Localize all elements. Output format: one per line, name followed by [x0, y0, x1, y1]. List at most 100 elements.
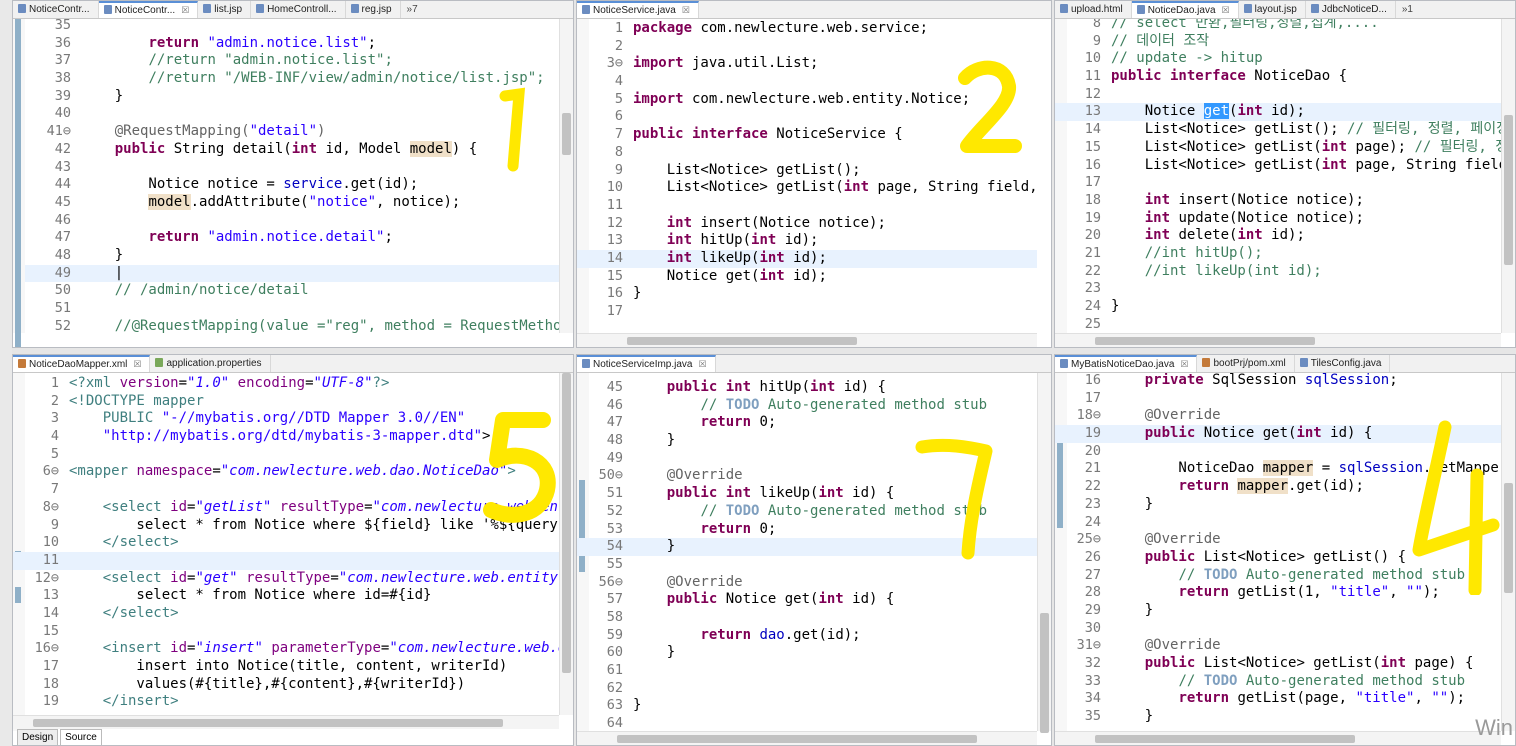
code-text: public int hitUp(int id) { [666, 379, 886, 395]
code-text: } [81, 87, 124, 104]
line-number: 18 [42, 675, 59, 692]
code-line: 37 //return "admin.notice.list"; [25, 52, 559, 70]
code-area[interactable]: 1 <?xml version="1.0" encoding="UTF-8"?> 2… [13, 373, 559, 715]
code-line: 19 </insert> [13, 693, 559, 711]
code-area[interactable]: 35 36 return "admin.notice.list"; 37 //ret… [25, 19, 559, 333]
editor-tab[interactable]: upload.html [1055, 1, 1132, 18]
code-line: 10 List<Notice> getList(int page, String… [577, 179, 1037, 197]
close-tab-icon[interactable]: ☒ [1180, 359, 1188, 369]
line-number: 10 [1084, 50, 1101, 67]
code-text: int insert(Notice notice); [666, 214, 886, 231]
line-number: 49 [54, 264, 71, 281]
code-line: 25 [1055, 316, 1501, 333]
vertical-scrollbar[interactable] [1037, 19, 1051, 333]
code-area[interactable]: 1 package com.newlecture.web.service; 2 3⊖ i… [577, 19, 1037, 333]
line-number: 7 [50, 481, 59, 498]
editor-tab[interactable]: MyBatisNoticeDao.java ☒ [1055, 355, 1198, 372]
editor-tab[interactable]: list.jsp [198, 1, 252, 18]
code-text: public interface NoticeService { [633, 126, 903, 143]
editor-tab-label: reg.jsp [361, 4, 392, 15]
line-number: 15 [606, 267, 623, 284]
code-line: 17 insert into Notice(title, content, wr… [13, 658, 559, 676]
line-number: 45 [54, 193, 71, 210]
vertical-scrollbar[interactable] [1037, 373, 1051, 733]
code-line: 57 public Notice get(int id) { [577, 591, 1037, 609]
code-area[interactable]: 8// select 반환,필터링,정렬,집계,.... 9// 데이터 조작 10… [1055, 19, 1501, 333]
vertical-scrollbar[interactable] [1501, 373, 1515, 731]
editor-notice-controller: NoticeContr... NoticeContr... ☒ list.jsp Hom… [12, 0, 574, 348]
editor-tab[interactable]: application.properties [150, 355, 271, 372]
code-area[interactable]: 16 private SqlSession sqlSession; 17 18⊖ @… [1055, 373, 1501, 731]
code-line: 54 } [577, 538, 1037, 556]
horizontal-scrollbar[interactable] [577, 731, 1037, 745]
close-tab-icon[interactable]: ☒ [698, 359, 706, 369]
line-number: 13 [606, 232, 623, 249]
code-text: Notice get(int id); [1111, 103, 1305, 120]
vertical-scrollbar[interactable] [559, 19, 573, 333]
editor-tab[interactable]: NoticeDaoMapper.xml ☒ [13, 355, 151, 372]
code-line: 16 List<Notice> getList(int page, String… [1055, 157, 1501, 175]
editor-tab[interactable]: JdbcNoticeD... [1306, 1, 1396, 18]
line-number: 48 [606, 432, 623, 449]
close-tab-icon[interactable]: ☒ [181, 5, 189, 15]
line-number: 50 [54, 282, 71, 299]
editor-tab[interactable]: NoticeContr... ☒ [98, 1, 199, 18]
code-text: select * from Notice where ${field} like… [69, 516, 559, 533]
code-text: } [633, 644, 676, 661]
editor-tab[interactable]: TilesConfig.java [1295, 355, 1391, 372]
line-number: 17 [42, 658, 59, 674]
code-line: 34 return getList(page, "title", ""); [1055, 690, 1501, 708]
line-number: 51 [54, 300, 71, 316]
code-text: Notice get(int id); [633, 267, 827, 284]
code-line: 6 [577, 108, 1037, 126]
code-text: Notice notice = service.get(id); [81, 176, 419, 193]
line-number: 42 [54, 140, 71, 157]
editor-tab-label: NoticeService.java [593, 5, 676, 16]
vertical-scrollbar[interactable] [1501, 19, 1515, 333]
editor-tab[interactable]: NoticeContr... [13, 1, 99, 18]
close-tab-icon[interactable]: ☒ [1222, 5, 1230, 15]
code-line: 7 public interface NoticeService { [577, 126, 1037, 144]
code-text: return 0; [700, 414, 777, 431]
editor-tab[interactable]: NoticeService.java ☒ [577, 1, 699, 18]
code-area[interactable]: 45 public int hitUp(int id) {46 // TODO … [577, 373, 1037, 731]
design-tab[interactable]: Design [17, 729, 59, 745]
java-file-icon [1299, 358, 1308, 367]
horizontal-scrollbar[interactable] [1055, 333, 1501, 347]
line-number: 26 [1084, 548, 1101, 565]
horizontal-scrollbar[interactable] [577, 333, 1037, 347]
close-tab-icon[interactable]: ☒ [133, 359, 141, 369]
code-line: 16} [577, 285, 1037, 303]
line-number: 3⊖ [606, 55, 623, 72]
code-line: 56⊖ @Override [577, 574, 1037, 592]
editor-tab[interactable]: bootPrj/pom.xml [1197, 355, 1295, 372]
source-tab[interactable]: Source [60, 729, 102, 745]
editor-tab[interactable]: NoticeServiceImp.java ☒ [577, 355, 716, 372]
more-tabs-button[interactable]: »1 [1396, 1, 1419, 18]
ide-left-trim [0, 0, 12, 746]
editor-tab[interactable]: layout.jsp [1239, 1, 1306, 18]
line-number: 18 [1084, 191, 1101, 208]
horizontal-scrollbar[interactable] [1055, 731, 1501, 745]
code-line: 58 [577, 609, 1037, 627]
line-number: 43 [54, 158, 71, 175]
more-tabs-button[interactable]: »7 [401, 1, 424, 18]
java-file-icon [203, 4, 212, 13]
close-tab-icon[interactable]: ☒ [682, 5, 690, 15]
code-line: 13 select * from Notice where id=#{id} [13, 587, 559, 605]
horizontal-scrollbar[interactable] [13, 715, 559, 729]
editor-tab[interactable]: reg.jsp [346, 1, 401, 18]
code-text: public Notice get(int id) { [666, 591, 895, 608]
code-text: public List<Notice> getList() { [1144, 548, 1407, 565]
code-line: 20 int delete(int id); [1055, 227, 1501, 245]
code-line: 9 List<Notice> getList(); [577, 162, 1037, 180]
editor-tab[interactable]: NoticeDao.java ☒ [1131, 1, 1239, 18]
java-file-icon [1136, 5, 1145, 14]
editor-tab[interactable]: HomeControll... [251, 1, 346, 18]
code-line: 8⊖ <select id="getList" resultType="com.… [13, 499, 559, 517]
code-text: PUBLIC "-//mybatis.org//DTD Mapper 3.0//… [102, 410, 466, 427]
vertical-scrollbar[interactable] [559, 373, 573, 715]
code-text: } [1111, 298, 1120, 314]
code-line: 45 public int hitUp(int id) { [577, 379, 1037, 397]
code-line: 3 PUBLIC "-//mybatis.org//DTD Mapper 3.0… [13, 410, 559, 428]
